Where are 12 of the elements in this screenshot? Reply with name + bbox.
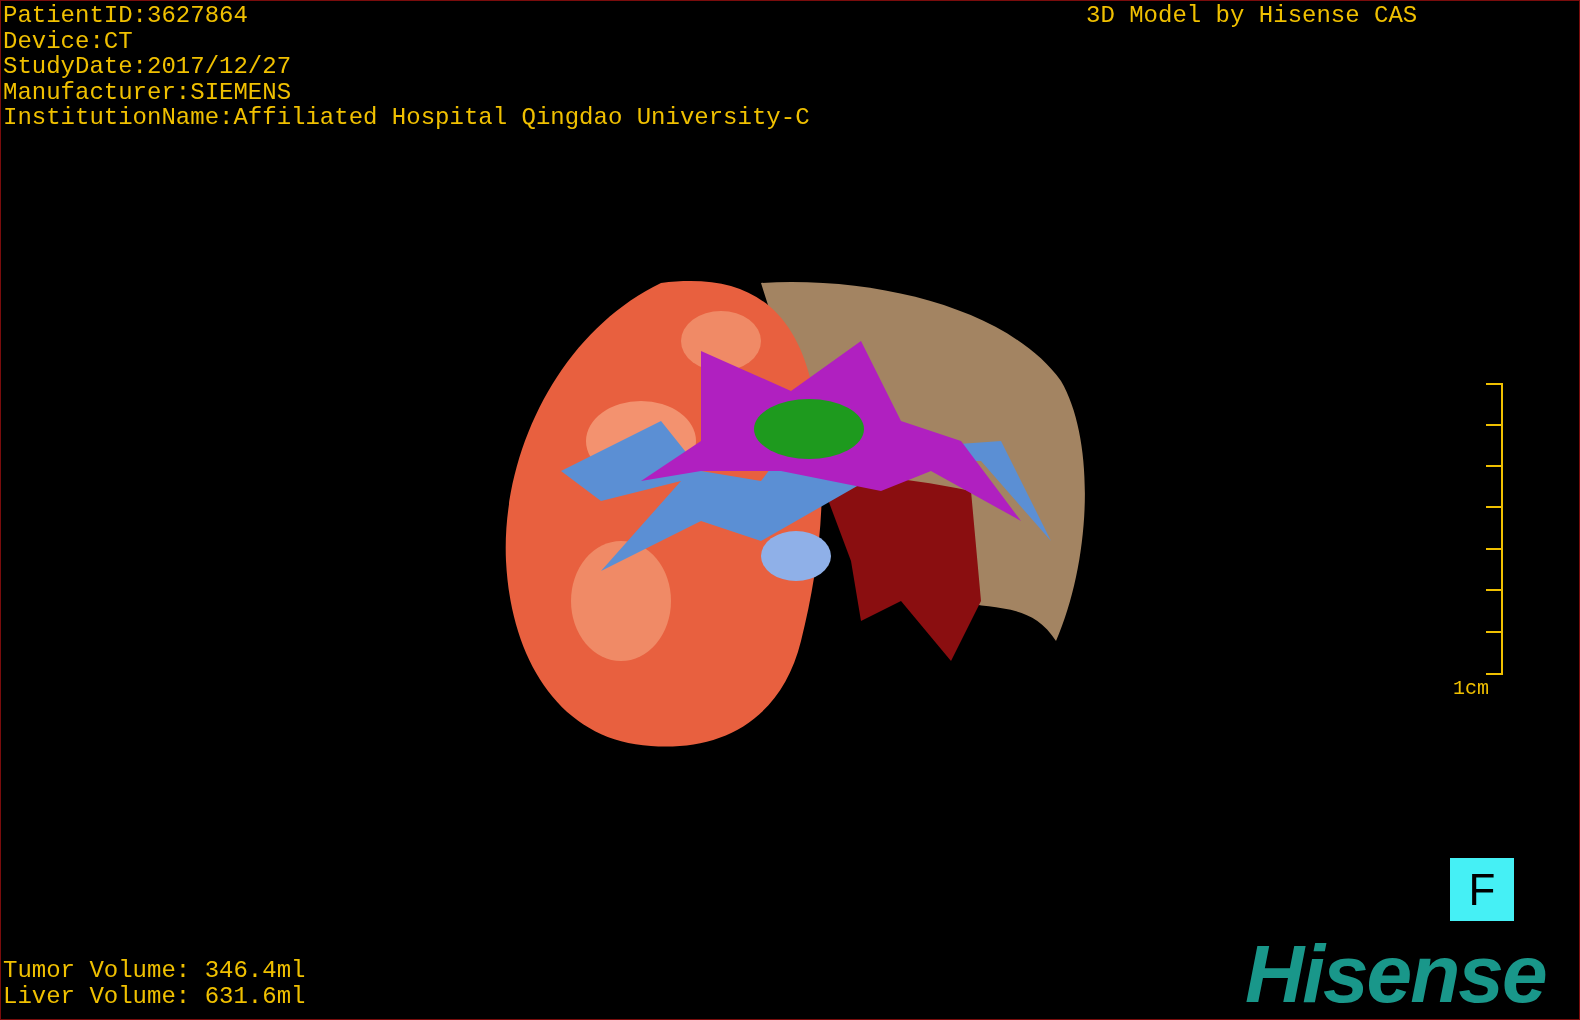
orientation-marker[interactable]: F	[1450, 858, 1514, 921]
study-info-text: Device:CT	[3, 28, 134, 54]
model-credit-text: 3D Model by Hisense CAS	[1086, 3, 1418, 29]
study-info-text: Manufacturer:SIEMENS	[3, 79, 293, 105]
volume-text: Liver Volume: 631.6ml	[3, 983, 306, 1009]
study-info-text: PatientID:3627864	[3, 3, 249, 29]
scale-label: 1cm	[1453, 676, 1489, 702]
study-info-text: InstitutionName:Affiliated Hospital Qingdao University-C	[3, 105, 810, 131]
brand-logo: Hisense	[1245, 933, 1546, 1015]
volume-text: Tumor Volume: 346.4ml	[3, 958, 306, 984]
scale-bar-icon	[1485, 383, 1503, 676]
study-info-text: StudyDate:2017/12/27	[3, 54, 293, 80]
